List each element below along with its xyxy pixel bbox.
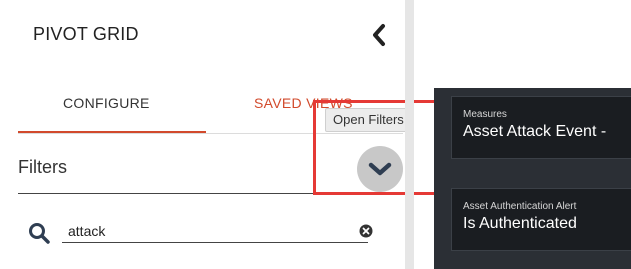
card-value: Asset Attack Event - xyxy=(463,123,607,140)
card-label: Measures xyxy=(463,109,507,120)
chevron-down-icon xyxy=(368,162,392,176)
card-label: Asset Authentication Alert xyxy=(463,201,577,212)
search-icon xyxy=(28,222,50,249)
tab-divider xyxy=(18,133,403,134)
clear-icon xyxy=(359,224,373,238)
sidebar-title: PIVOT GRID xyxy=(33,24,139,44)
tab-configure[interactable]: CONFIGURE xyxy=(63,95,150,111)
clear-search-button[interactable] xyxy=(359,224,373,243)
collapse-sidebar-button[interactable] xyxy=(366,19,392,51)
filters-divider xyxy=(18,193,403,194)
pivot-grid-panel: Measures Asset Attack Event - Asset Auth… xyxy=(434,88,631,269)
measure-card[interactable]: Measures Asset Attack Event - xyxy=(451,96,631,159)
open-filters-button[interactable] xyxy=(357,146,403,192)
pivot-grid-sidebar: PIVOT GRID CONFIGURE SAVED VIEWS Filters… xyxy=(0,0,444,269)
open-filters-tooltip: Open Filters xyxy=(325,108,412,132)
panel-splitter[interactable] xyxy=(405,0,414,269)
dimension-card[interactable]: Asset Authentication Alert Is Authentica… xyxy=(451,188,631,251)
filter-search-input[interactable] xyxy=(62,220,368,243)
card-value: Is Authenticated xyxy=(463,215,577,232)
grid-header-area xyxy=(414,0,631,88)
filters-label: Filters xyxy=(18,157,67,177)
chevron-left-icon xyxy=(373,24,385,46)
